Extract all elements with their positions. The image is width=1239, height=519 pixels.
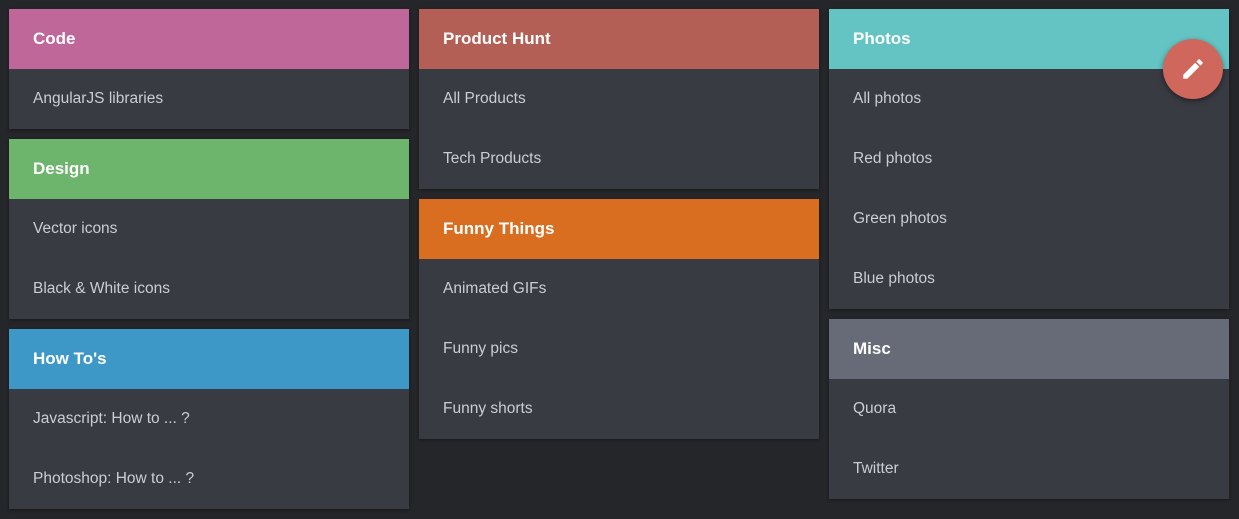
list-item[interactable]: Green photos xyxy=(829,189,1229,249)
list-item[interactable]: Photoshop: How to ... ? xyxy=(9,449,409,509)
column-2: Product Hunt All Products Tech Products Fun… xyxy=(419,9,819,439)
list-item[interactable]: Red photos xyxy=(829,129,1229,189)
category-card: Code AngularJS libraries xyxy=(9,9,409,129)
list-item[interactable]: Javascript: How to ... ? xyxy=(9,389,409,449)
list-item[interactable]: Twitter xyxy=(829,439,1229,499)
category-header[interactable]: Code xyxy=(9,9,409,69)
category-header[interactable]: Design xyxy=(9,139,409,199)
list-item[interactable]: Funny shorts xyxy=(419,379,819,439)
category-card: Product Hunt All Products Tech Products xyxy=(419,9,819,189)
category-card: How To's Javascript: How to ... ? Photosho… xyxy=(9,329,409,509)
pencil-icon xyxy=(1183,59,1203,79)
edit-fab-button[interactable] xyxy=(1163,39,1223,99)
list-item[interactable]: Funny pics xyxy=(419,319,819,379)
list-item[interactable]: AngularJS libraries xyxy=(9,69,409,129)
column-1: Code AngularJS libraries Design Vector icon… xyxy=(9,9,409,509)
list-item[interactable]: Vector icons xyxy=(9,199,409,259)
category-header[interactable]: Misc xyxy=(829,319,1229,379)
list-item[interactable]: Animated GIFs xyxy=(419,259,819,319)
category-header[interactable]: Product Hunt xyxy=(419,9,819,69)
list-item[interactable]: All Products xyxy=(419,69,819,129)
category-header[interactable]: Funny Things xyxy=(419,199,819,259)
category-header[interactable]: How To's xyxy=(9,329,409,389)
list-item[interactable]: Tech Products xyxy=(419,129,819,189)
list-item[interactable]: Black & White icons xyxy=(9,259,409,319)
category-card: Funny Things Animated GIFs Funny pics Funny… xyxy=(419,199,819,439)
list-item[interactable]: Blue photos xyxy=(829,249,1229,309)
category-card: Misc Quora Twitter xyxy=(829,319,1229,499)
category-card: Design Vector icons Black & White icons xyxy=(9,139,409,319)
list-item[interactable]: Quora xyxy=(829,379,1229,439)
